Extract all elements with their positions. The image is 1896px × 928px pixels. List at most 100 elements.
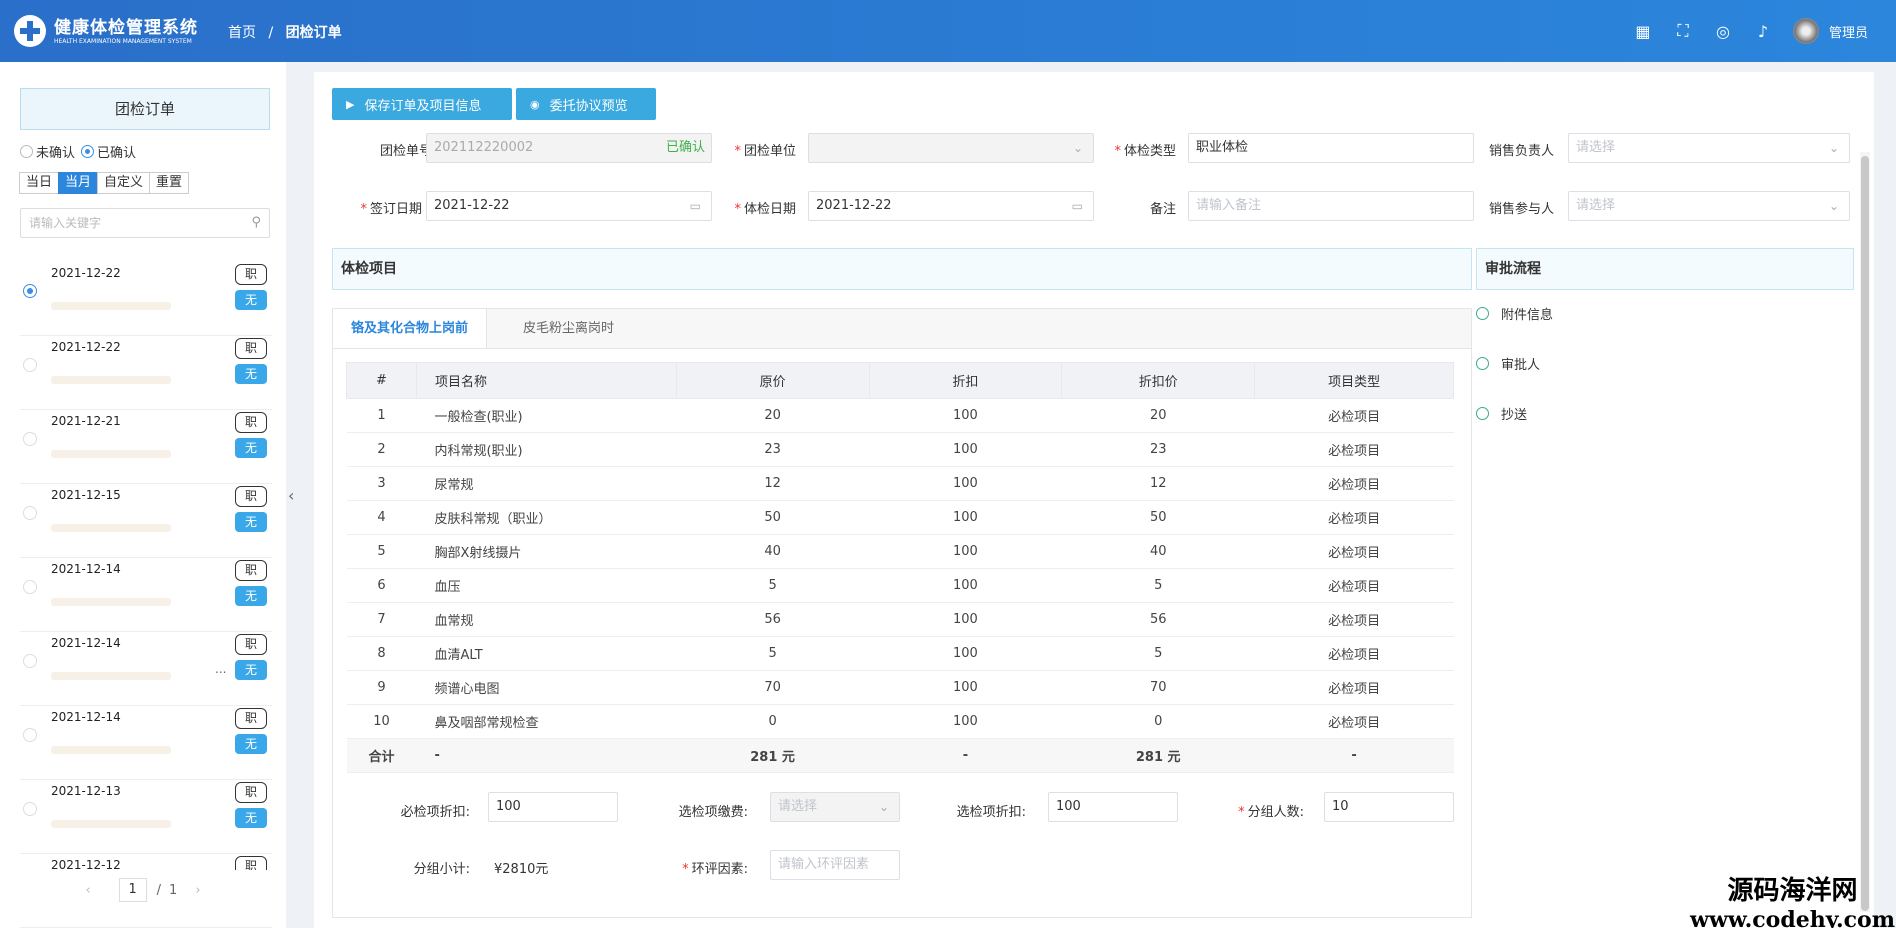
table-total-row: 合计 -281 元 -281 元- — [346, 738, 1454, 773]
env-field[interactable]: 请输入环评因素 — [770, 850, 900, 880]
filter-month[interactable]: 当月 — [58, 172, 99, 194]
sign-date-field[interactable]: 2021-12-22 ▭ — [426, 191, 712, 221]
table-row[interactable]: 4 皮肤科常规（职业） 50 100 50 必检项目 — [346, 500, 1454, 535]
breadcrumb-current: 团检订单 — [285, 25, 342, 41]
list-item[interactable]: 2021-12-21 职 无 — [20, 410, 272, 484]
order-no-label: 团检单号 — [379, 144, 432, 159]
app-title: 健康体检管理系统 — [54, 18, 198, 38]
redacted-unit — [51, 302, 171, 310]
radio-icon[interactable] — [23, 358, 37, 372]
list-item[interactable]: 2021-12-14 职 无 — [20, 558, 272, 632]
list-item[interactable]: 2021-12-22 职 无 — [20, 336, 272, 410]
order-sidebar: 团检订单 未确认 已确认 当日 当月 自定义 重置 ⚲ 2021-12-22 职… — [0, 62, 286, 928]
search-icon[interactable]: ⚲ — [251, 215, 261, 230]
radio-icon[interactable] — [23, 506, 37, 520]
flow-section-title: 审批流程 — [1476, 248, 1854, 290]
table-row[interactable]: 7 血常规 56 100 56 必检项目 — [346, 602, 1454, 637]
table-row[interactable]: 3 尿常规 12 100 12 必检项目 — [346, 466, 1454, 501]
grid-icon[interactable]: ▦ — [1623, 22, 1663, 41]
tab-group-1[interactable]: 铬及其化合物上岗前 — [333, 309, 488, 349]
collapse-chevron-icon[interactable]: ‹ — [288, 486, 294, 505]
username[interactable]: 管理员 — [1829, 22, 1868, 41]
scrollbar[interactable] — [1860, 152, 1870, 912]
sidebar-search: ⚲ — [20, 208, 270, 238]
preview-button[interactable]: ◉ 委托协议预览 — [516, 88, 656, 120]
globe-icon[interactable]: ◎ — [1703, 22, 1743, 41]
order-no-field: 202112220002 已确认 — [426, 133, 712, 163]
chevron-left-icon[interactable]: ‹ — [85, 883, 90, 898]
search-input[interactable] — [21, 209, 221, 237]
chevron-down-icon: ⌄ — [1828, 141, 1839, 155]
status-confirmed[interactable]: 已确认 — [81, 142, 136, 161]
list-item[interactable]: 2021-12-15 职 无 — [20, 484, 272, 558]
toolbar-icons: ▦ ⛶ ◎ ♪ 管理员 — [1623, 0, 1896, 62]
play-icon: ▶ — [346, 97, 355, 111]
radio-icon[interactable] — [23, 728, 37, 742]
status-filter: 未确认 已确认 — [20, 142, 142, 161]
breadcrumb-separator: / — [268, 25, 274, 41]
page-input[interactable]: 1 — [118, 878, 147, 902]
list-item[interactable]: 2021-12-13 职 无 — [20, 780, 272, 854]
fullscreen-icon[interactable]: ⛶ — [1663, 21, 1703, 41]
top-bar: 健康体检管理系统 HEALTH EXAMINATION MANAGEMENT S… — [0, 0, 1896, 62]
sales-participant-select[interactable]: 请选择 ⌄ — [1568, 191, 1850, 221]
flow-item-attachments[interactable]: 附件信息 — [1476, 304, 1553, 323]
status-badge: 无 — [235, 438, 267, 458]
exam-date-label: * 体检日期 — [734, 202, 796, 217]
tab-group-2[interactable]: 皮毛粉尘离岗时 — [505, 309, 632, 349]
bell-icon[interactable]: ♪ — [1743, 22, 1783, 41]
unit-select[interactable]: ⌄ — [808, 133, 1094, 163]
unit-label: * 团检单位 — [734, 144, 796, 159]
optional-discount-field[interactable]: 100 — [1048, 792, 1178, 822]
optional-fee-select[interactable]: 请选择 ⌄ — [770, 792, 900, 822]
order-list: 2021-12-22 职 无 2021-12-22 职 无 2021-12-21… — [20, 262, 272, 928]
remark-field[interactable]: 请输入备注 — [1188, 191, 1474, 221]
order-detail-card: ▶ 保存订单及项目信息 ◉ 委托协议预览 团检单号 202112220002 已… — [314, 72, 1874, 928]
radio-icon[interactable] — [23, 654, 37, 668]
table-row[interactable]: 10 鼻及咽部常规检查 0 100 0 必检项目 — [346, 704, 1454, 739]
filter-today[interactable]: 当日 — [19, 172, 60, 194]
table-row[interactable]: 8 血清ALT 5 100 5 必检项目 — [346, 636, 1454, 671]
chevron-right-icon[interactable]: › — [195, 883, 200, 898]
watermark: 源码海洋网 www.codehy.com — [1690, 876, 1895, 928]
list-item[interactable]: 2021-12-14 ... 职 无 — [20, 632, 272, 706]
exam-type-field[interactable]: 职业体检 — [1188, 133, 1474, 163]
group-count-field[interactable]: 10 — [1324, 792, 1454, 822]
type-badge: 职 — [235, 708, 267, 729]
list-item[interactable]: 2021-12-22 职 无 — [20, 262, 272, 336]
status-unconfirmed[interactable]: 未确认 — [20, 142, 75, 161]
flow-item-cc[interactable]: 抄送 — [1476, 404, 1527, 423]
breadcrumb: 首页 / 团检订单 — [228, 22, 350, 42]
scrollbar-thumb[interactable] — [1861, 156, 1869, 911]
table-row[interactable]: 5 胸部X射线摄片 40 100 40 必检项目 — [346, 534, 1454, 569]
sales-owner-select[interactable]: 请选择 ⌄ — [1568, 133, 1850, 163]
optional-discount-label: 选检项折扣: — [956, 805, 1026, 820]
list-item[interactable]: 2021-12-14 职 无 — [20, 706, 272, 780]
chevron-down-icon: ⌄ — [878, 800, 889, 814]
type-badge: 职 — [235, 338, 267, 359]
status-badge: 无 — [235, 808, 267, 828]
table-row[interactable]: 6 血压 5 100 5 必检项目 — [346, 568, 1454, 603]
redacted-unit — [51, 524, 171, 532]
table-row[interactable]: 2 内科常规(职业) 23 100 23 必检项目 — [346, 432, 1454, 467]
status-badge: 无 — [235, 660, 267, 680]
radio-icon[interactable] — [23, 802, 37, 816]
required-discount-field[interactable]: 100 — [488, 792, 618, 822]
radio-checked-icon[interactable] — [23, 284, 37, 298]
sidebar-title: 团检订单 — [20, 88, 270, 130]
exam-date-field[interactable]: 2021-12-22 ▭ — [808, 191, 1094, 221]
avatar[interactable] — [1792, 18, 1819, 44]
type-badge: 职 — [235, 486, 267, 507]
table-header: # 项目名称 原价 折扣 折扣价 项目类型 — [346, 362, 1454, 399]
breadcrumb-home[interactable]: 首页 — [228, 25, 256, 41]
radio-icon[interactable] — [23, 432, 37, 446]
filter-custom[interactable]: 自定义 — [97, 172, 151, 194]
type-badge: 职 — [235, 264, 267, 285]
table-row[interactable]: 9 频谱心电图 70 100 70 必检项目 — [346, 670, 1454, 705]
radio-icon[interactable] — [23, 580, 37, 594]
flow-item-approver[interactable]: 审批人 — [1476, 354, 1540, 373]
filter-reset[interactable]: 重置 — [149, 172, 190, 194]
table-row[interactable]: 1 一般检查(职业) 20 100 20 必检项目 — [346, 398, 1454, 433]
save-button[interactable]: ▶ 保存订单及项目信息 — [332, 88, 512, 120]
redacted-unit — [51, 450, 171, 458]
